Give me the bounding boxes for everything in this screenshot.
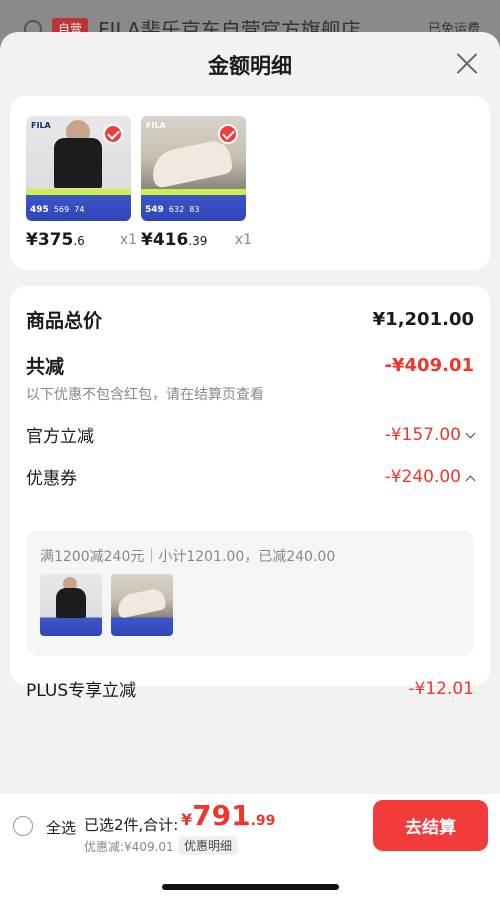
checkout-button[interactable]: 去结算 (373, 800, 488, 851)
product-item[interactable]: FILA 549 632 83 ¥416.39 x1 (141, 116, 252, 250)
close-icon[interactable] (456, 52, 478, 74)
select-all-label[interactable]: 全选 (46, 817, 76, 838)
brand-logo: FILA (146, 121, 166, 130)
total-value: ¥1,201.00 (372, 309, 474, 330)
plus-value: -¥12.01 (408, 678, 474, 699)
discount-detail-button[interactable]: 优惠明细 (178, 836, 239, 855)
reduce-label: 共减 (26, 356, 65, 378)
coupon-product-thumb (40, 574, 102, 636)
total-row: 商品总价 ¥1,201.00 (26, 306, 474, 333)
shirt-graphic (54, 138, 102, 188)
check-icon[interactable] (218, 124, 238, 144)
selected-count-text: 已选2件,合计: (84, 816, 179, 834)
shirt-graphic (56, 588, 86, 618)
promo-band (26, 189, 131, 195)
band-sub2: 83 (189, 205, 200, 214)
official-label: 官方立减 (26, 427, 94, 447)
sheet-title: 金额明细 (208, 54, 292, 78)
price-int: ¥416 (141, 230, 189, 250)
promo-band (141, 189, 246, 195)
checkout-bar: 全选 已选2件,合计: ¥791.99 优惠减:¥409.01 优惠明细 去结算 (0, 793, 500, 855)
product-item[interactable]: FILA 495 569 74 ¥375.6 x1 (26, 116, 137, 250)
price-int: ¥375 (26, 230, 74, 250)
check-icon[interactable] (103, 124, 123, 144)
amount-detail-sheet: 金额明细 FILA 495 569 74 ¥375.6 x1 FILA 549 … (0, 32, 500, 899)
reduce-row: 共减 -¥409.01 (26, 352, 474, 379)
product-image[interactable]: FILA 495 569 74 (26, 116, 131, 221)
product-price: ¥375.6 (26, 230, 85, 250)
band-sub: 632 (168, 205, 185, 214)
discount-summary: 优惠减:¥409.01 (84, 840, 174, 854)
product-image[interactable]: FILA 549 632 83 (141, 116, 246, 221)
product-qty: x1 (234, 232, 252, 248)
total-label: 商品总价 (26, 310, 103, 332)
price-dec: .6 (73, 234, 85, 248)
coupon-label: 优惠券 (26, 469, 77, 489)
price-dec: .39 (188, 234, 208, 248)
home-indicator-area (0, 855, 500, 899)
product-qty: x1 (119, 232, 137, 248)
total-currency: ¥ (181, 810, 193, 829)
total-dec: .99 (250, 813, 276, 829)
coupon-detail-box: 满1200减240元｜小计1201.00，已减240.00 (26, 530, 474, 656)
image-band-prices: 549 632 83 (145, 205, 199, 215)
products-card: FILA 495 569 74 ¥375.6 x1 FILA 549 632 8… (10, 96, 490, 270)
band-sub2: 74 (74, 205, 85, 214)
coupon-value-group: -¥240.00 (384, 466, 476, 487)
chevron-down-icon[interactable] (465, 428, 476, 438)
band-price: 495 (30, 205, 49, 215)
official-row[interactable]: 官方立减 -¥157.00 (26, 422, 476, 447)
plus-label: PLUS专享立减 (26, 681, 137, 701)
image-band-prices: 495 569 74 (30, 205, 84, 215)
coupon-row[interactable]: 优惠券 -¥240.00 (26, 464, 476, 489)
plus-row: PLUS专享立减 -¥12.01 (26, 676, 474, 702)
reduce-value: -¥409.01 (384, 355, 474, 376)
total-price: ¥791.99 (181, 799, 275, 832)
discount-note: 以下优惠不包含红包，请在结算页查看 (26, 387, 264, 403)
home-indicator[interactable] (162, 884, 339, 890)
shoe-graphic (148, 138, 234, 189)
amount-breakdown-card: 商品总价 ¥1,201.00 共减 -¥409.01 以下优惠不包含红包，请在结… (10, 286, 490, 701)
brand-logo: FILA (31, 121, 51, 130)
select-all-radio[interactable] (13, 816, 33, 836)
product-price: ¥416.39 (141, 230, 207, 250)
band-price: 549 (145, 205, 164, 215)
band-sub: 569 (53, 205, 70, 214)
total-int: 791 (192, 799, 251, 832)
official-value: -¥157.00 (384, 424, 461, 445)
coupon-product-thumb (111, 574, 173, 636)
official-value-group: -¥157.00 (384, 424, 476, 445)
shoe-graphic (115, 587, 167, 619)
chevron-up-icon[interactable] (465, 475, 476, 485)
coupon-value: -¥240.00 (384, 466, 461, 487)
coupon-description: 满1200减240元｜小计1201.00，已减240.00 (40, 549, 336, 565)
